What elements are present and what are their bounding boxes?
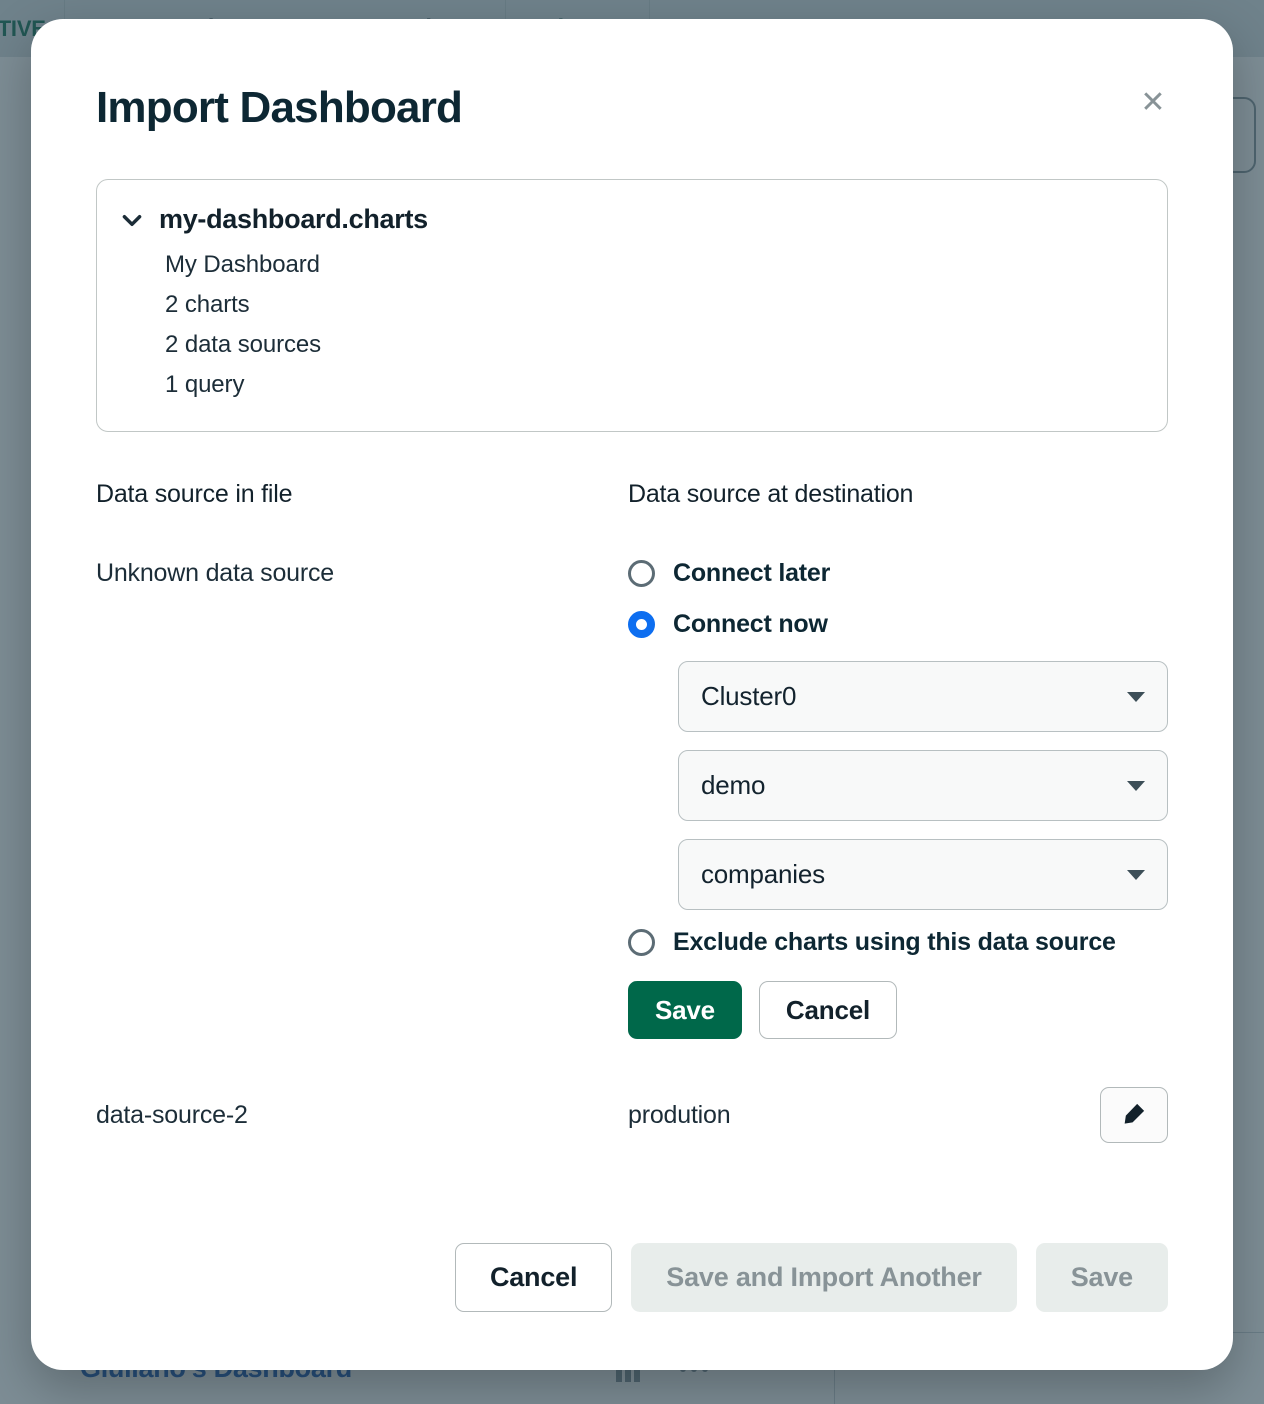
save-button: Save xyxy=(1036,1243,1168,1312)
source-2-destination-value: prodution xyxy=(628,1101,1100,1130)
modal-footer: Cancel Save and Import Another Save xyxy=(96,1243,1168,1312)
collection-select[interactable]: companies xyxy=(678,839,1168,910)
chevron-down-icon xyxy=(1127,692,1145,702)
radio-connect-now-control[interactable] xyxy=(628,611,655,638)
save-and-import-another-button: Save and Import Another xyxy=(631,1243,1016,1312)
mapping-row-2-file-source: data-source-2 xyxy=(96,1101,628,1130)
modal-body: my-dashboard.charts My Dashboard 2 chart… xyxy=(96,179,1168,1143)
database-select[interactable]: demo xyxy=(678,750,1168,821)
mapping-row-destination: Connect later Connect now Cluster0 demo xyxy=(628,559,1168,1039)
connection-selects: Cluster0 demo companies xyxy=(678,661,1168,910)
inline-save-button[interactable]: Save xyxy=(628,981,742,1039)
chevron-down-icon xyxy=(1127,781,1145,791)
imported-file-header[interactable]: my-dashboard.charts xyxy=(97,204,1167,235)
file-detail-charts-count: 2 charts xyxy=(165,285,1167,325)
radio-connect-later[interactable]: Connect later xyxy=(628,559,1168,588)
cluster-select-value: Cluster0 xyxy=(701,681,1127,712)
mapping-row-data-source-2: data-source-2 prodution xyxy=(96,1087,1168,1143)
import-dashboard-modal: Import Dashboard ✕ my-dashboard.charts M… xyxy=(31,19,1233,1370)
radio-connect-now[interactable]: Connect now xyxy=(628,610,1168,639)
column-header-source-at-destination: Data source at destination xyxy=(628,480,1168,509)
column-header-source-at-destination-wrapper: Data source at destination xyxy=(628,480,1168,509)
radio-connect-later-control[interactable] xyxy=(628,560,655,587)
imported-file-name: my-dashboard.charts xyxy=(159,204,428,235)
chevron-down-icon[interactable] xyxy=(119,207,145,233)
column-header-source-in-file-wrapper: Data source in file xyxy=(96,480,628,509)
imported-file-card: my-dashboard.charts My Dashboard 2 chart… xyxy=(96,179,1168,432)
mapping-row-file-source: Unknown data source xyxy=(96,559,628,1039)
radio-exclude-charts[interactable]: Exclude charts using this data source xyxy=(628,928,1168,957)
chevron-down-icon xyxy=(1127,870,1145,880)
cancel-button[interactable]: Cancel xyxy=(455,1243,612,1312)
database-select-value: demo xyxy=(701,770,1127,801)
radio-connect-now-label: Connect now xyxy=(673,610,828,639)
column-header-source-in-file: Data source in file xyxy=(96,480,628,509)
imported-file-details: My Dashboard 2 charts 2 data sources 1 q… xyxy=(97,245,1167,405)
source-2-name-in-file: data-source-2 xyxy=(96,1101,628,1130)
file-detail-queries-count: 1 query xyxy=(165,365,1167,405)
inline-actions: Save Cancel xyxy=(628,981,1168,1039)
pencil-icon xyxy=(1120,1100,1148,1131)
file-detail-data-sources-count: 2 data sources xyxy=(165,325,1167,365)
source-name-in-file: Unknown data source xyxy=(96,559,628,588)
mapping-table-header: Data source in file Data source at desti… xyxy=(96,480,1168,509)
edit-data-source-2-button[interactable] xyxy=(1100,1087,1168,1143)
collection-select-value: companies xyxy=(701,859,1127,890)
file-detail-dashboard-name: My Dashboard xyxy=(165,245,1167,285)
radio-exclude-charts-label: Exclude charts using this data source xyxy=(673,928,1116,957)
mapping-row-2-destination: prodution xyxy=(628,1101,1100,1130)
modal-title: Import Dashboard xyxy=(96,83,462,133)
radio-exclude-charts-control[interactable] xyxy=(628,929,655,956)
inline-cancel-button[interactable]: Cancel xyxy=(759,981,897,1039)
mapping-row-unknown-source: Unknown data source Connect later Connec… xyxy=(96,559,1168,1039)
close-icon[interactable]: ✕ xyxy=(1137,87,1169,119)
cluster-select[interactable]: Cluster0 xyxy=(678,661,1168,732)
radio-connect-later-label: Connect later xyxy=(673,559,830,588)
